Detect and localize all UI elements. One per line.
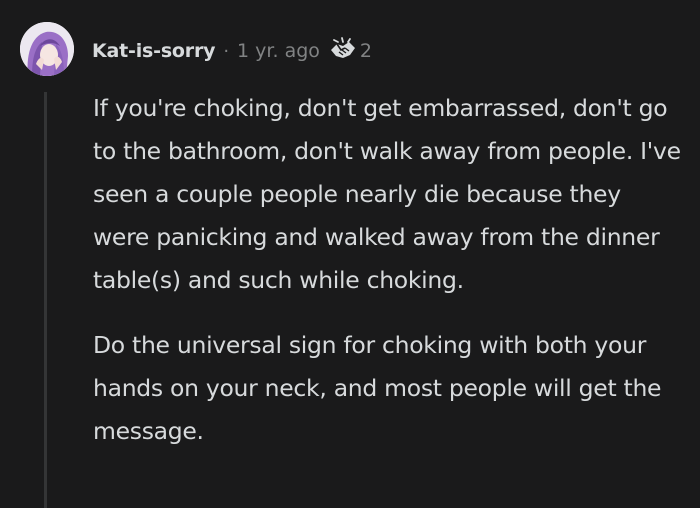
comment-paragraph: Do the universal sign for choking with b…	[93, 331, 662, 445]
avatar-image	[20, 22, 74, 76]
comment-paragraph: If you're choking, don't get embarrassed…	[93, 94, 681, 294]
separator-dot: ·	[223, 40, 230, 62]
handshake-award-icon	[328, 36, 358, 66]
comment-body: If you're choking, don't get embarrassed…	[93, 87, 683, 475]
username-link[interactable]: Kat-is-sorry	[92, 40, 216, 62]
avatar[interactable]	[20, 22, 74, 76]
comment: Kat-is-sorry · 1 yr. ago 2 If you're cho…	[0, 0, 700, 508]
award-count: 2	[359, 40, 372, 62]
award-button[interactable]: 2	[328, 36, 372, 66]
timestamp-link[interactable]: 1 yr. ago	[237, 40, 320, 62]
comment-header: Kat-is-sorry · 1 yr. ago 2	[92, 36, 372, 66]
thread-collapse-line[interactable]	[44, 92, 47, 508]
